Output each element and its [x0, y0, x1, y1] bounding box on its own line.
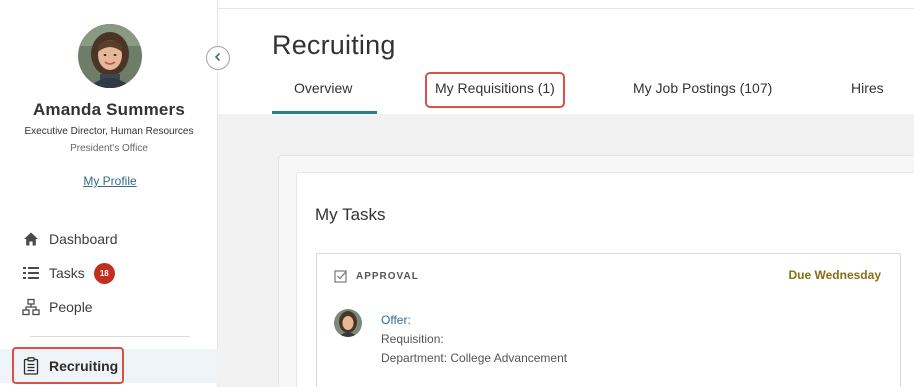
clipboard-icon [22, 357, 40, 375]
profile-name: Amanda Summers [32, 100, 186, 119]
page-title: Recruiting [272, 30, 396, 60]
profile-department: President's Office [70, 143, 148, 154]
sidebar-item-label: Dashboard [49, 231, 118, 247]
tasks-count-badge: 18 [93, 262, 115, 284]
task-avatar [334, 309, 362, 337]
sidebar: Amanda Summers Executive Director, Human… [0, 0, 218, 387]
profile-avatar[interactable] [78, 24, 142, 88]
sidebar-item-label: Tasks [49, 265, 85, 281]
task-type: APPROVAL [334, 269, 419, 283]
collapse-sidebar-button[interactable] [206, 46, 230, 70]
nav-divider [30, 336, 190, 337]
tab-my-requisitions[interactable]: My Requisitions (1) [435, 80, 555, 96]
tab-hires[interactable]: Hires [851, 80, 884, 96]
chevron-left-icon [213, 49, 223, 67]
my-tasks-title: My Tasks [315, 205, 386, 224]
my-profile-link[interactable]: My Profile [0, 174, 220, 188]
tab-overview[interactable]: Overview [294, 80, 352, 96]
sidebar-item-dashboard[interactable]: Dashboard [0, 222, 218, 256]
task-requisition: Requisition: [381, 332, 444, 346]
task-due-date: Due Wednesday [788, 268, 881, 282]
task-department: Department: College Advancement [381, 351, 568, 365]
sidebar-item-people[interactable]: People [0, 290, 218, 324]
top-divider [218, 8, 914, 9]
sidebar-item-label: Recruiting [49, 358, 119, 374]
sidebar-nav: Dashboard Tasks 18 People [0, 222, 218, 324]
task-type-label: APPROVAL [356, 270, 419, 282]
tab-my-job-postings[interactable]: My Job Postings (107) [633, 80, 772, 96]
task-offer-link[interactable]: Offer: [381, 313, 411, 327]
sidebar-item-label: People [49, 299, 93, 315]
tab-bar: Overview My Requisitions (1) My Job Post… [218, 70, 914, 114]
org-chart-icon [22, 298, 40, 316]
list-icon [22, 264, 40, 282]
profile-title: Executive Director, Human Resources [24, 126, 194, 137]
checkbox-icon [334, 269, 348, 283]
sidebar-item-tasks[interactable]: Tasks 18 [0, 256, 218, 290]
home-icon [22, 230, 40, 248]
sidebar-item-recruiting[interactable]: Recruiting [0, 349, 218, 383]
